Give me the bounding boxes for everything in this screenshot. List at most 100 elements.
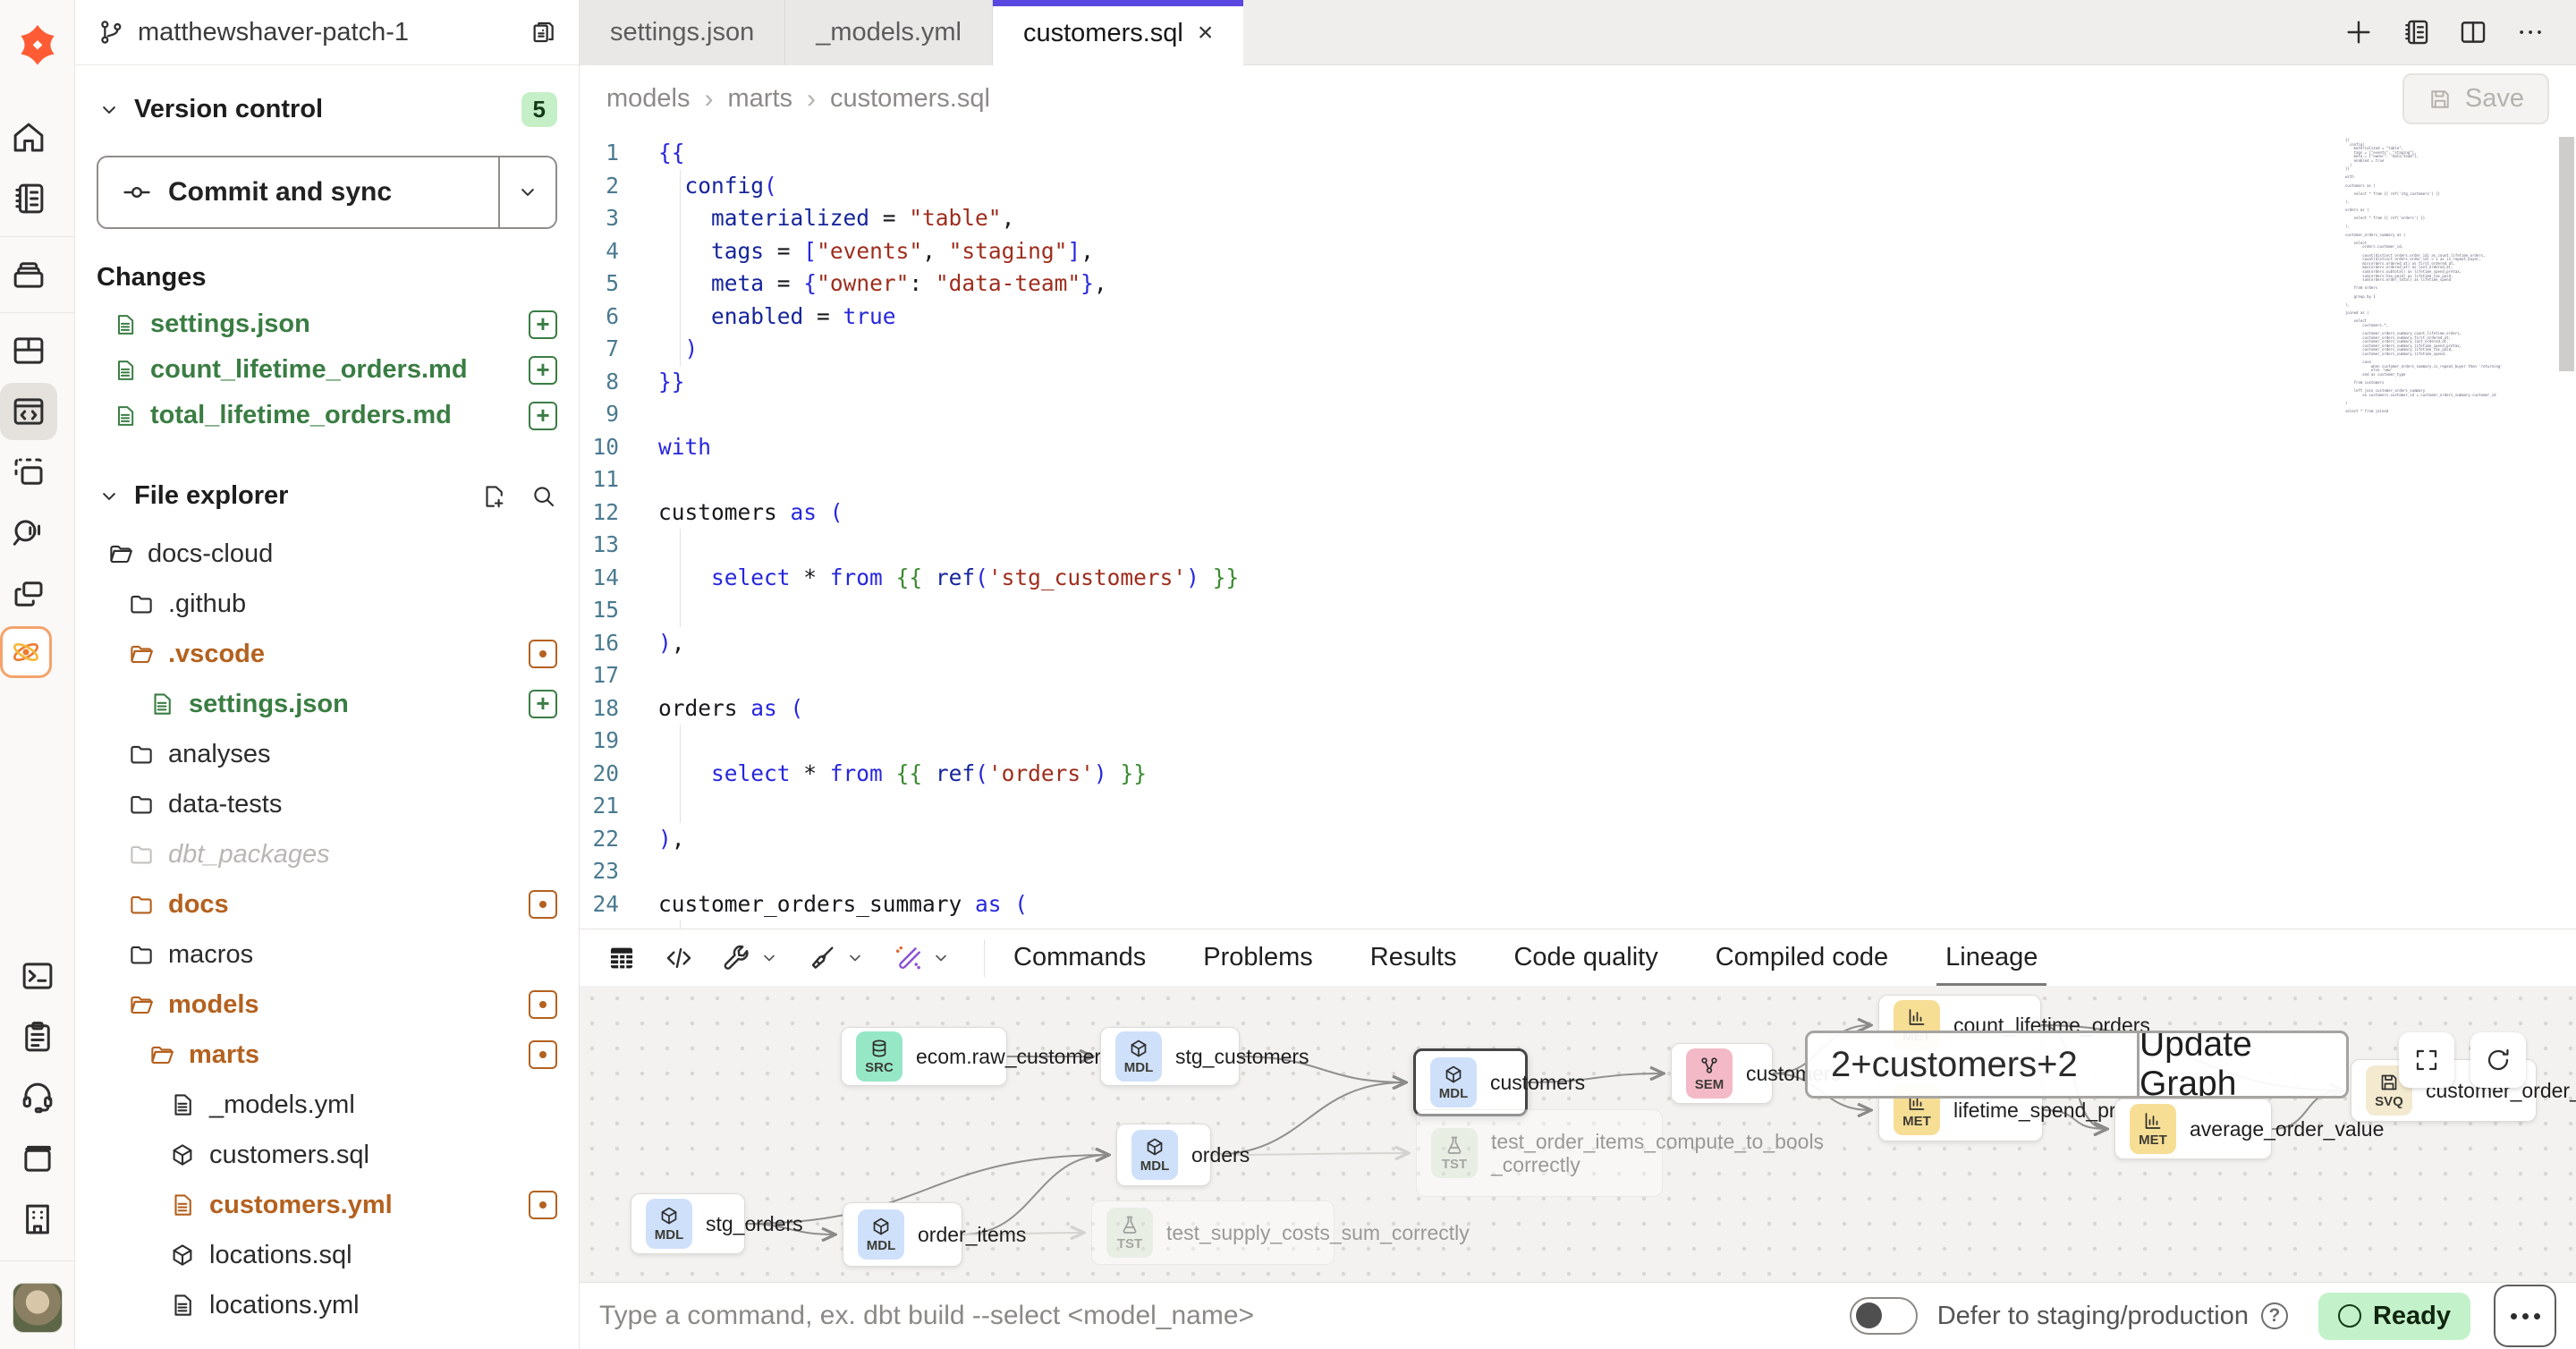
stage-file-icon[interactable]: + (529, 310, 557, 339)
tree-item--vscode[interactable]: .vscode (75, 629, 579, 679)
wand-glyph (893, 943, 923, 973)
format-broom-icon[interactable] (807, 943, 866, 973)
panel-tab-code-quality[interactable]: Code quality (1510, 932, 1661, 983)
compile-code-icon[interactable] (664, 943, 694, 973)
file-search-icon[interactable] (530, 483, 557, 510)
lineage-canvas[interactable]: SRCecom.raw_customers MDLstg_customers MDL… (580, 986, 2576, 1282)
breadcrumb-item[interactable]: models (606, 84, 691, 114)
tree-item-docs[interactable]: docs (75, 879, 579, 929)
dbt-copilot-icon[interactable] (0, 626, 52, 678)
help-icon[interactable]: ? (2261, 1302, 2288, 1329)
selection-icon-button[interactable] (0, 444, 57, 501)
split-editor-icon[interactable] (2458, 17, 2488, 47)
chevron-down-icon[interactable] (758, 947, 780, 969)
lineage-node-stg_customers[interactable]: MDLstg_customers (1100, 1027, 1240, 1086)
stage-file-icon[interactable]: + (529, 402, 557, 430)
insights-icon-button[interactable] (0, 505, 57, 562)
user-avatar[interactable] (13, 1283, 63, 1333)
defer-toggle[interactable] (1850, 1297, 1918, 1335)
code-line: 19 (580, 725, 2576, 758)
docs-book-icon-button[interactable] (9, 1130, 66, 1187)
tree-item-docs-cloud[interactable]: docs-cloud (75, 529, 579, 579)
version-control-header[interactable]: Version control 5 (75, 65, 579, 132)
commit-options-caret[interactable] (498, 157, 555, 227)
changed-file-row[interactable]: count_lifetime_orders.md+ (75, 347, 579, 393)
terminal-icon-button[interactable] (9, 947, 66, 1005)
tree-item-models[interactable]: models (75, 980, 579, 1030)
breadcrumb-item[interactable]: customers.sql (830, 84, 990, 114)
panel-tab-problems[interactable]: Problems (1199, 932, 1317, 983)
lineage-node-customers_sem[interactable]: SEMcustomers (1671, 1043, 1773, 1104)
changes-count-badge: 5 (521, 92, 557, 127)
indent-guide (680, 529, 681, 627)
lineage-refresh-button[interactable] (2470, 1032, 2526, 1088)
code-editor-icon-button[interactable] (0, 383, 57, 440)
tree-item-locations-yml[interactable]: locations.yml (75, 1280, 579, 1330)
tree-item--github[interactable]: .github (75, 579, 579, 629)
tree-item--models-yml[interactable]: _models.yml (75, 1080, 579, 1130)
lineage-node-raw_customers[interactable]: SRCecom.raw_customers (841, 1027, 1007, 1086)
command-input[interactable]: Type a command, ex. dbt build --select <… (599, 1301, 1850, 1331)
lineage-fullscreen-button[interactable] (2399, 1032, 2454, 1088)
tree-item-customers-yml[interactable]: customers.yml (75, 1180, 579, 1230)
commit-and-sync-button[interactable]: Commit and sync (97, 156, 557, 229)
save-button[interactable]: Save (2402, 73, 2549, 124)
windows-icon-button[interactable] (0, 565, 57, 623)
branch-name[interactable]: matthewshaver-patch-1 (138, 18, 516, 47)
breadcrumb-item[interactable]: marts (728, 84, 793, 114)
stage-file-icon[interactable]: + (529, 356, 557, 385)
panel-tab-compiled-code[interactable]: Compiled code (1712, 932, 1892, 983)
panel-tab-commands[interactable]: Commands (1010, 932, 1149, 983)
changed-file-row[interactable]: settings.json+ (75, 301, 579, 347)
copy-branch-icon[interactable] (529, 18, 557, 47)
stack-icon-button[interactable] (0, 246, 57, 303)
tab-customers.sql[interactable]: customers.sql× (993, 0, 1243, 66)
open-editors-icon[interactable] (2401, 17, 2431, 47)
new-file-icon[interactable] (480, 483, 507, 510)
tree-item-analyses[interactable]: analyses (75, 729, 579, 779)
panel-tab-results[interactable]: Results (1367, 932, 1461, 983)
clipboard-icon-button[interactable] (9, 1008, 66, 1065)
tree-item-marts[interactable]: marts (75, 1030, 579, 1080)
code-editor[interactable]: 1{{2 config(3 materialized = "table",4 t… (580, 132, 2576, 929)
changed-file-row[interactable]: total_lifetime_orders.md+ (75, 393, 579, 438)
dbt-fix-wand-icon[interactable] (893, 943, 952, 973)
lineage-node-test_order_items[interactable]: TSTtest_order_items_compute_to_bools _co… (1416, 1109, 1663, 1197)
lineage-node-customers_mdl[interactable]: MDLcustomers (1413, 1048, 1528, 1116)
support-headset-icon-button[interactable] (9, 1069, 66, 1126)
more-options-button[interactable] (2494, 1285, 2556, 1347)
chevron-down-icon[interactable] (844, 947, 866, 969)
chevron-down-icon (930, 947, 952, 969)
new-tab-icon[interactable] (2343, 17, 2374, 47)
tab-_models.yml[interactable]: _models.yml (785, 0, 993, 65)
editor-minimap[interactable]: {{ config( materialized = "table", tags … (2345, 139, 2551, 414)
editor-scrollbar[interactable] (2559, 137, 2574, 371)
tree-item-dbt-packages[interactable]: dbt_packages (75, 829, 579, 879)
results-table-icon[interactable] (606, 943, 637, 973)
file-explorer-header[interactable]: File explorer (75, 454, 579, 516)
stage-file-icon[interactable]: + (529, 690, 557, 718)
tree-item-data-tests[interactable]: data-tests (75, 779, 579, 829)
lineage-node-avg_order_value[interactable]: METaverage_order_value (2114, 1099, 2272, 1159)
build-wrench-icon[interactable] (721, 943, 780, 973)
update-graph-button[interactable]: Update Graph (2137, 1033, 2346, 1096)
panel-tab-lineage[interactable]: Lineage (1942, 932, 2041, 983)
chevron-down-icon[interactable] (930, 947, 952, 969)
organization-icon-button[interactable] (9, 1191, 66, 1248)
lineage-selector-input[interactable]: 2+customers+2 (1808, 1033, 2137, 1096)
lineage-node-order_items[interactable]: MDLorder_items (843, 1202, 962, 1267)
lineage-node-test_supply[interactable]: TSTtest_supply_costs_sum_correctly (1091, 1201, 1335, 1265)
tab-settings.json[interactable]: settings.json (580, 0, 785, 65)
indent-guide (680, 725, 681, 823)
close-tab-icon[interactable]: × (1198, 18, 1214, 48)
tree-item-macros[interactable]: macros (75, 929, 579, 980)
tree-item-locations-sql[interactable]: locations.sql (75, 1230, 579, 1280)
tab-options-icon[interactable] (2515, 17, 2546, 47)
lineage-node-orders[interactable]: MDLorders (1116, 1124, 1211, 1186)
lineage-node-stg_orders[interactable]: MDLstg_orders (631, 1193, 745, 1254)
home-icon-button[interactable] (0, 109, 57, 166)
notebook-icon-button[interactable] (0, 170, 57, 227)
layout-grid-icon-button[interactable] (0, 322, 57, 379)
tree-item-customers-sql[interactable]: customers.sql (75, 1130, 579, 1180)
tree-item-settings-json[interactable]: settings.json+ (75, 679, 579, 729)
